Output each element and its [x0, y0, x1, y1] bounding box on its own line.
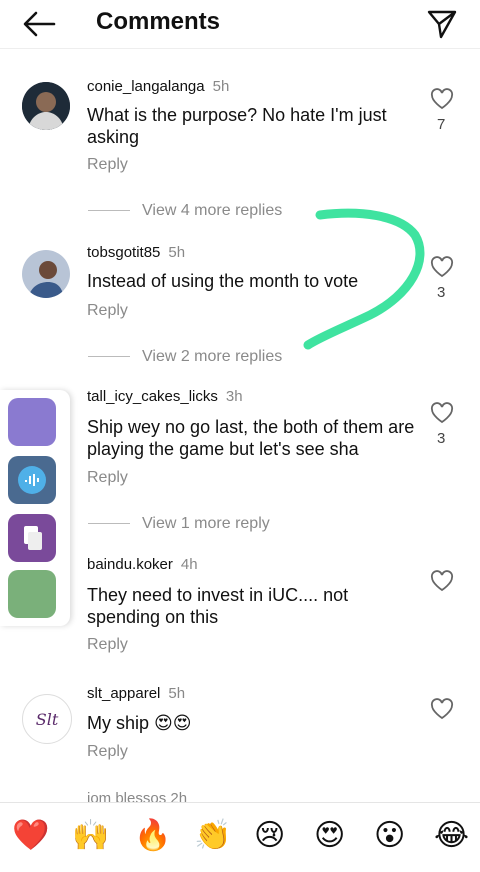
divider [88, 356, 130, 358]
like-heart-icon[interactable] [430, 570, 454, 592]
app-shortcut-icon[interactable] [8, 456, 56, 504]
avatar[interactable] [22, 82, 70, 130]
comment-header: tobsgotit85 5h [87, 244, 185, 261]
divider [88, 210, 130, 212]
comment-header: conie_langalanga 5h [87, 78, 229, 95]
floating-app-dock [0, 390, 70, 626]
like-count: 3 [437, 284, 446, 301]
username[interactable]: slt_apparel [87, 685, 160, 702]
emoji-reaction-bar: ❤️ 🙌 🔥 👏 😢 😍 😮 😂 [0, 802, 480, 872]
emoji-laughing-tears[interactable]: 😂 [434, 819, 469, 853]
like-heart-icon[interactable] [430, 88, 454, 110]
reply-button[interactable]: Reply [87, 156, 128, 174]
view-more-label: View 1 more reply [142, 515, 270, 532]
view-more-replies[interactable]: View 2 more replies [88, 348, 282, 366]
comment-header: baindu.koker 4h [87, 556, 198, 573]
username[interactable]: tall_icy_cakes_licks [87, 388, 218, 405]
like-heart-icon[interactable] [430, 698, 454, 720]
reply-button[interactable]: Reply [87, 743, 128, 761]
like-count: 3 [437, 430, 446, 447]
emoji-surprised-face[interactable]: 😮 [374, 819, 405, 853]
app-shortcut-icon[interactable] [8, 570, 56, 618]
comment-text: My ship 😍😍 [87, 713, 192, 733]
like-count: 7 [437, 116, 446, 133]
reply-button[interactable]: Reply [87, 636, 128, 654]
app-shortcut-icon[interactable] [8, 514, 56, 562]
emoji-heart[interactable]: ❤️ [12, 819, 49, 853]
username[interactable]: conie_langalanga [87, 78, 205, 95]
emoji-fire[interactable]: 🔥 [134, 819, 171, 853]
view-more-replies[interactable]: View 1 more reply [88, 515, 270, 533]
reply-button[interactable]: Reply [87, 469, 128, 487]
avatar[interactable] [22, 250, 70, 298]
timestamp: 5h [212, 78, 230, 95]
reply-button[interactable]: Reply [87, 302, 128, 320]
comment-header: tall_icy_cakes_licks 3h [87, 388, 243, 405]
comment-text: Ship wey no go last, the both of them ar… [87, 417, 415, 459]
username[interactable]: tobsgotit85 [87, 244, 160, 261]
page-title: Comments [96, 8, 221, 35]
emoji-crying-face[interactable]: 😢 [254, 819, 285, 853]
username[interactable]: baindu.koker [87, 556, 173, 573]
timestamp: 5h [168, 244, 186, 261]
view-more-replies[interactable]: View 4 more replies [88, 202, 282, 220]
app-shortcut-icon[interactable] [8, 398, 56, 446]
avatar[interactable]: Slt [22, 694, 72, 744]
comment-header: slt_apparel 5h [87, 685, 185, 702]
header: Comments [0, 0, 480, 49]
comment-text: They need to invest in iUC.... not spend… [87, 585, 349, 627]
back-arrow-icon[interactable] [22, 10, 56, 38]
send-icon[interactable] [426, 8, 458, 40]
timestamp: 4h [180, 556, 198, 573]
annotation-scribble [303, 208, 425, 350]
timestamp: 3h [225, 388, 243, 405]
like-heart-icon[interactable] [430, 402, 454, 424]
timestamp: 5h [168, 685, 186, 702]
divider [88, 523, 130, 525]
view-more-label: View 2 more replies [142, 348, 283, 365]
emoji-raised-hands[interactable]: 🙌 [72, 819, 109, 853]
comment-text: What is the purpose? No hate I'm just as… [87, 105, 387, 147]
emoji-heart-eyes[interactable]: 😍 [314, 819, 345, 853]
emoji-clapping-hands[interactable]: 👏 [194, 819, 231, 853]
view-more-label: View 4 more replies [142, 202, 283, 219]
avatar-logo-text: Slt [36, 710, 59, 729]
